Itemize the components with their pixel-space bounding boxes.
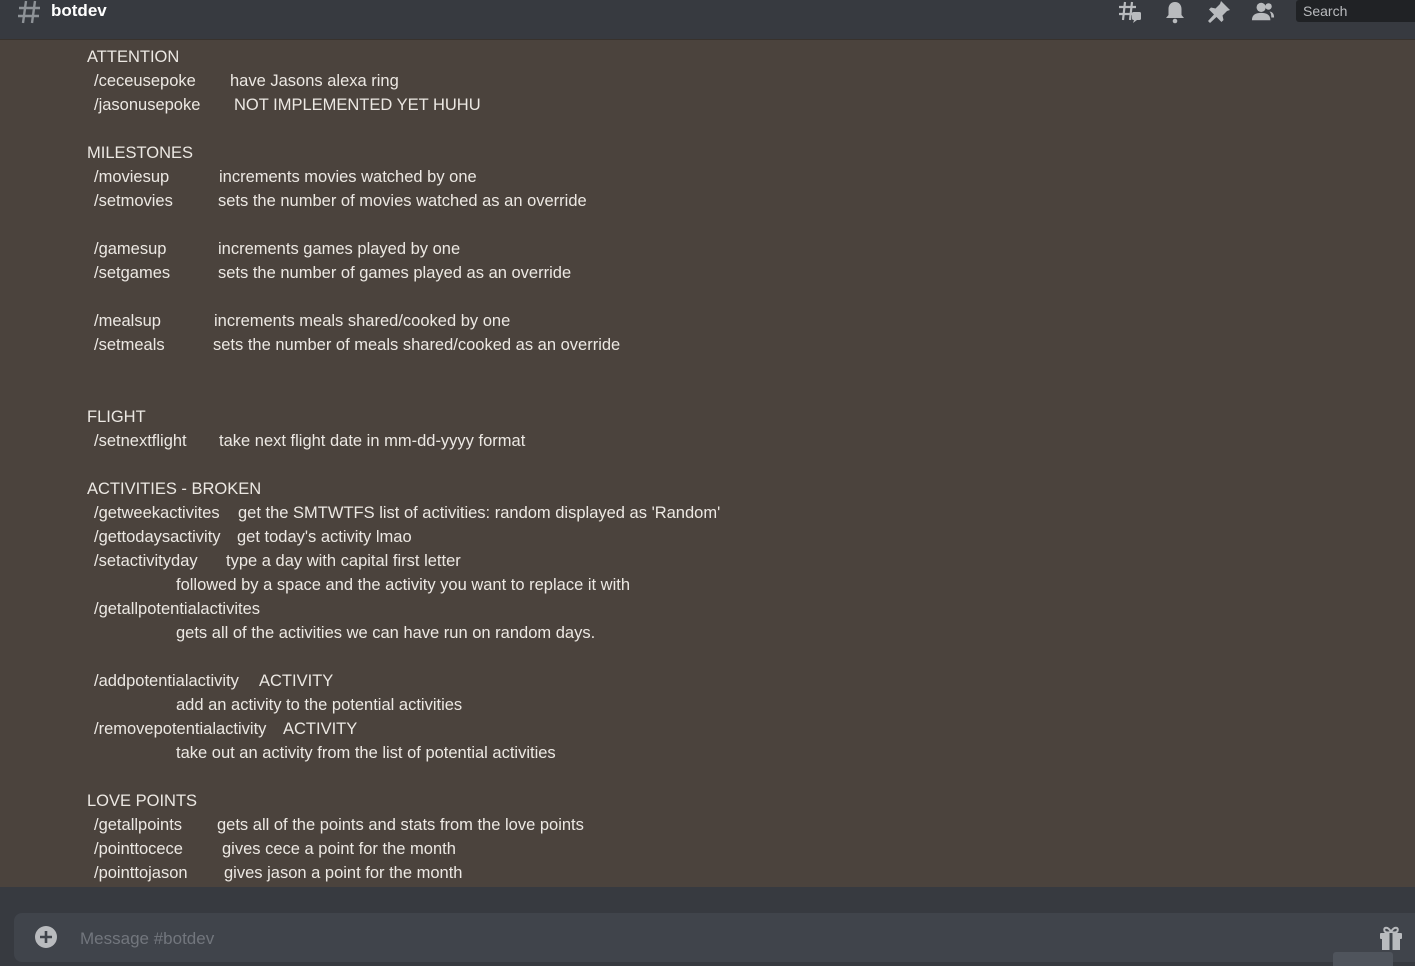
gift-icon[interactable] [1379, 923, 1403, 951]
command-name: /gamesup [94, 240, 167, 258]
command-description-continuation: followed by a space and the activity you… [176, 576, 630, 594]
command-description: increments meals shared/cooked by one [214, 312, 511, 330]
pin-icon[interactable] [1207, 0, 1231, 24]
threads-icon[interactable] [1118, 0, 1142, 24]
command-description: get the SMTWTFS list of activities: rand… [238, 504, 721, 522]
command-description: gets all of the points and stats from th… [217, 816, 584, 834]
command-name: /gettodaysactivity [94, 528, 221, 546]
message-content: ATTENTION /ceceusepoke have Jasons alexa… [0, 39, 1415, 887]
command-name: /getweekactivites [94, 504, 220, 522]
command-description: gives jason a point for the month [224, 864, 463, 882]
command-row: /removepotentialactivity ACTIVITY [0, 719, 357, 799]
channel-hash-icon [18, 0, 40, 24]
members-icon[interactable] [1251, 0, 1275, 24]
command-name: /pointtocece [94, 840, 183, 858]
command-name: /jasonusepoke [94, 96, 201, 114]
command-name: /setnextflight [94, 432, 187, 450]
command-name: /addpotentialactivity [94, 672, 239, 690]
section-heading-activities: ACTIVITIES - BROKEN [87, 480, 262, 498]
channel-name: botdev [51, 1, 107, 20]
command-description: increments games played by one [218, 240, 461, 258]
command-row: /setactivityday type a day with capital … [0, 551, 461, 631]
command-name: /getallpoints [94, 816, 183, 834]
command-name: /setmovies [94, 192, 173, 210]
command-description: have Jasons alexa ring [230, 72, 399, 90]
command-description: get today's activity lmao [237, 528, 412, 546]
message-input[interactable] [78, 913, 1282, 964]
command-description: NOT IMPLEMENTED YET HUHU [234, 96, 481, 114]
command-name: /moviesup [94, 168, 170, 186]
command-argument: ACTIVITY [283, 720, 358, 738]
command-name: /getallpotentialactivites [94, 600, 261, 618]
add-attachment-icon[interactable] [34, 925, 58, 949]
message-composer [14, 913, 1415, 964]
command-description: sets the number of movies watched as an … [218, 192, 587, 210]
command-row: /setmeals sets the number of meals share… [0, 335, 620, 415]
command-argument: ACTIVITY [259, 672, 334, 690]
search-input[interactable]: Search [1296, 0, 1415, 22]
command-description: increments movies watched by one [219, 168, 477, 186]
command-name: /mealsup [94, 312, 161, 330]
command-name: /setactivityday [94, 552, 198, 570]
command-name: /removepotentialactivity [94, 720, 267, 738]
section-heading-milestones: MILESTONES [87, 144, 194, 162]
command-description: sets the number of meals shared/cooked a… [213, 336, 621, 354]
command-description-continuation: gets all of the activities we can have r… [176, 624, 596, 642]
bell-icon[interactable] [1163, 0, 1187, 24]
channel-header: botdev Search [0, 0, 1415, 39]
command-description-continuation: add an activity to the potential activit… [176, 696, 463, 714]
command-description-continuation: take out an activity from the list of po… [176, 744, 556, 762]
command-row: /jasonusepoke NOT IMPLEMENTED YET HUHU [0, 95, 481, 175]
command-description: type a day with capital first letter [226, 552, 461, 570]
command-name: /pointtojason [94, 864, 188, 882]
command-description: sets the number of games played as an ov… [218, 264, 572, 282]
send-button-partial[interactable] [1333, 952, 1393, 966]
section-heading-love-points: LOVE POINTS [87, 792, 198, 810]
section-heading-attention: ATTENTION [87, 48, 180, 66]
command-name: /ceceusepoke [94, 72, 196, 90]
command-name: /setmeals [94, 336, 165, 354]
command-name: /setgames [94, 264, 171, 282]
command-description: take next flight date in mm-dd-yyyy form… [219, 432, 526, 450]
command-description: gives cece a point for the month [222, 840, 456, 858]
command-row: /setnextflight take next flight date in … [0, 431, 525, 511]
section-heading-flight: FLIGHT [87, 408, 146, 426]
